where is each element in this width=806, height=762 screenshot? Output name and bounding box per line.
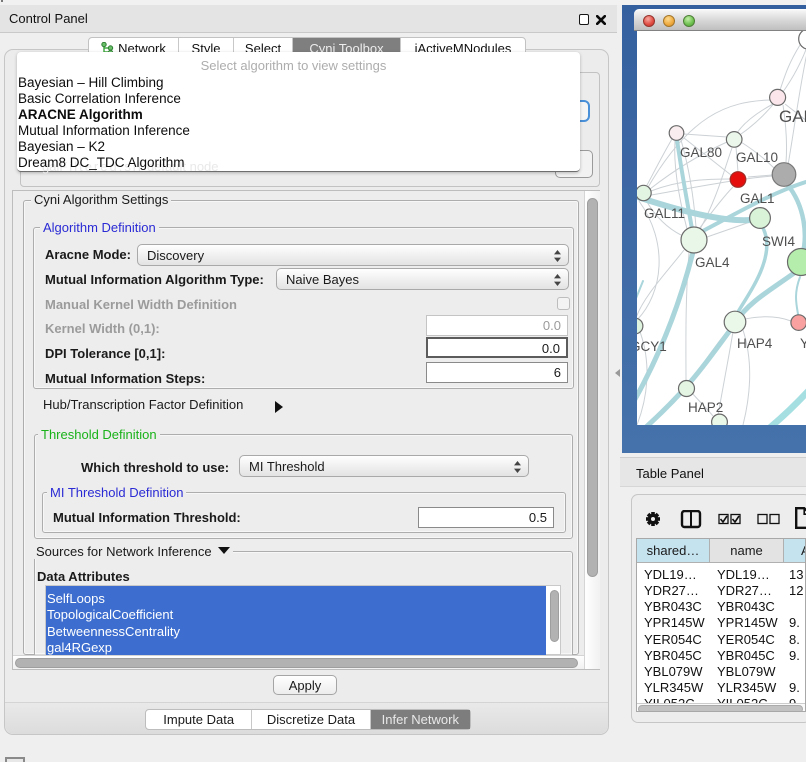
svg-text:Y: Y [800, 336, 806, 351]
svg-text:SWI4: SWI4 [762, 234, 795, 249]
svg-text:GAL11: GAL11 [644, 206, 685, 221]
svg-text:GAL80: GAL80 [680, 145, 722, 160]
svg-text:HAP2: HAP2 [688, 400, 723, 415]
svg-text:GAL: GAL [779, 107, 806, 126]
svg-text:GAL1: GAL1 [740, 191, 775, 206]
svg-text:GAL10: GAL10 [736, 150, 778, 165]
svg-text:GCY1: GCY1 [637, 339, 667, 354]
svg-text:GAL4: GAL4 [695, 255, 730, 270]
svg-text:HAP4: HAP4 [737, 336, 773, 351]
